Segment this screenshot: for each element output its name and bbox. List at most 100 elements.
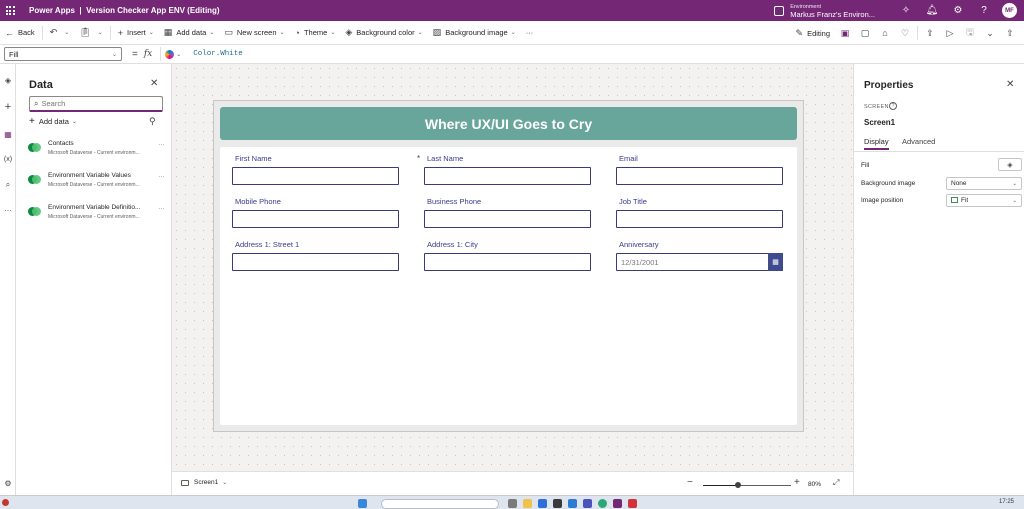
theme-button[interactable]: ◔ Theme ⌄: [290, 24, 341, 42]
close-icon[interactable]: ✕: [1006, 79, 1014, 90]
add-data-button[interactable]: ▦ Add data ⌄: [159, 24, 220, 42]
settings-icon[interactable]: ⚙: [0, 476, 16, 490]
paste-button[interactable]: 📋︎ ⌄: [74, 24, 107, 42]
zoom-slider-thumb[interactable]: [735, 482, 742, 488]
health-icon[interactable]: ♡: [895, 24, 915, 42]
background-image-dropdown[interactable]: None ⌄: [946, 177, 1022, 190]
publish-icon[interactable]: ⇧: [1000, 24, 1020, 42]
street-input[interactable]: [232, 253, 399, 271]
mobile-phone-input[interactable]: [232, 210, 399, 228]
app-icon[interactable]: [628, 499, 637, 508]
save-icon[interactable]: 🖫︎: [960, 24, 980, 42]
environment-picker[interactable]: Environment Markus Franz's Environ...: [790, 3, 875, 19]
app-icon[interactable]: [598, 499, 607, 508]
theme-icon: ◔: [294, 27, 300, 38]
more-icon[interactable]: …: [158, 140, 165, 147]
job-title-input[interactable]: [616, 210, 783, 228]
taskbar-search[interactable]: [381, 499, 499, 509]
dataverse-icon: [28, 173, 41, 186]
command-bar: ← Back ↶ ⌄ 📋︎ ⌄ + Insert ⌄ ▦ Add data ⌄ ▭ New sc…: [0, 21, 1024, 45]
task-view-icon[interactable]: [508, 499, 517, 508]
broom-icon[interactable]: ⚲: [149, 116, 156, 127]
app-header[interactable]: Where UX/UI Goes to Cry: [220, 107, 797, 140]
dataverse-icon: [28, 141, 41, 154]
data-source-item[interactable]: Environment Variable Values Microsoft Da…: [28, 169, 168, 191]
new-screen-button[interactable]: ▭ New screen ⌄: [219, 24, 289, 42]
plus-icon[interactable]: +: [0, 100, 16, 114]
last-name-input[interactable]: [424, 167, 591, 185]
start-icon[interactable]: [358, 499, 367, 508]
chevron-down-icon[interactable]: ⌄: [980, 24, 1000, 42]
fill-color-picker[interactable]: ◈: [998, 158, 1022, 171]
control-name: Screen1: [864, 118, 896, 127]
tab-advanced[interactable]: Advanced: [902, 137, 935, 146]
data-search-input[interactable]: [41, 99, 152, 108]
help-icon[interactable]: ?: [889, 102, 897, 110]
zoom-in-button[interactable]: +: [794, 477, 800, 488]
edit-form[interactable]: [220, 147, 797, 425]
close-icon[interactable]: ✕: [150, 78, 158, 89]
undo-button[interactable]: ↶ ⌄: [45, 24, 75, 42]
first-name-input[interactable]: [232, 167, 399, 185]
bell-icon[interactable]: 🔔︎: [925, 4, 939, 18]
screen-selector[interactable]: Screen1 ⌄: [181, 479, 227, 486]
data-source-item[interactable]: Environment Variable Definitio... Micros…: [28, 201, 168, 223]
zoom-out-button[interactable]: −: [687, 477, 693, 488]
insert-button[interactable]: + Insert ⌄: [113, 24, 159, 42]
teams-icon[interactable]: [583, 499, 592, 508]
editing-mode-button[interactable]: ✎ Editing: [791, 24, 835, 42]
more-button[interactable]: ···: [521, 24, 539, 42]
app-launcher-icon[interactable]: [3, 4, 17, 18]
field-label-job-title: Job Title: [619, 197, 647, 206]
more-icon[interactable]: …: [158, 172, 165, 179]
data-search[interactable]: ⌕: [29, 96, 163, 112]
layers-icon[interactable]: ◈: [0, 73, 16, 87]
mail-icon[interactable]: [568, 499, 577, 508]
property-dropdown[interactable]: Fill ⌄: [4, 47, 122, 61]
field-label-first-name: First Name: [235, 154, 272, 163]
calendar-icon[interactable]: ▦: [768, 253, 783, 271]
help-icon[interactable]: ?: [977, 4, 991, 18]
browser-icon[interactable]: [538, 499, 547, 508]
data-source-item[interactable]: Contacts Microsoft Dataverse - Current e…: [28, 137, 168, 159]
power-apps-icon[interactable]: [613, 499, 622, 508]
copilot-icon[interactable]: ✧: [899, 4, 913, 18]
os-taskbar: 17:25: [0, 495, 1024, 509]
back-button[interactable]: ← Back: [0, 24, 40, 42]
zoom-slider[interactable]: [703, 482, 791, 488]
comments-icon[interactable]: ▢: [855, 24, 875, 42]
background-color-button[interactable]: ◈ Background color ⌄: [340, 24, 427, 42]
anniversary-date-input[interactable]: 12/31/2001: [616, 253, 769, 271]
image-fit-icon: [951, 197, 958, 204]
chevron-down-icon: ⌄: [279, 30, 285, 36]
avatar[interactable]: MF: [1002, 3, 1017, 18]
more-icon[interactable]: …: [158, 204, 165, 211]
image-position-dropdown[interactable]: Fit ⌄: [946, 194, 1022, 207]
background-image-button[interactable]: ▨ Background image ⌄: [428, 24, 521, 42]
share-icon[interactable]: ⇪: [920, 24, 940, 42]
variables-icon[interactable]: (x): [0, 152, 16, 166]
gear-icon[interactable]: ⚙: [951, 4, 965, 18]
properties-title: Properties: [864, 80, 914, 91]
data-icon[interactable]: ▦: [0, 127, 16, 141]
search-icon[interactable]: ⌕: [0, 178, 16, 192]
formula-input[interactable]: Color.White: [193, 50, 243, 58]
store-icon[interactable]: [553, 499, 562, 508]
copilot-formula-button[interactable]: ⌄: [165, 47, 187, 61]
weather-icon: [2, 499, 9, 506]
copilot-chat-icon[interactable]: ⌂: [875, 24, 895, 42]
add-data-button[interactable]: + Add data ⌄: [29, 116, 77, 127]
zoom-slider-fill: [703, 485, 739, 486]
taskbar-widget[interactable]: [2, 499, 12, 506]
fit-to-window-icon[interactable]: ⤢: [833, 478, 839, 488]
field-label-street: Address 1: Street 1: [235, 240, 300, 249]
email-input[interactable]: [616, 167, 783, 185]
file-explorer-icon[interactable]: [523, 499, 532, 508]
app-checker-icon[interactable]: ▣: [835, 24, 855, 42]
play-icon[interactable]: ▷: [940, 24, 960, 42]
tab-display[interactable]: Display: [864, 137, 889, 150]
city-input[interactable]: [424, 253, 591, 271]
more-icon[interactable]: ···: [0, 203, 16, 217]
business-phone-input[interactable]: [424, 210, 591, 228]
chevron-down-icon: ⌄: [417, 30, 423, 36]
